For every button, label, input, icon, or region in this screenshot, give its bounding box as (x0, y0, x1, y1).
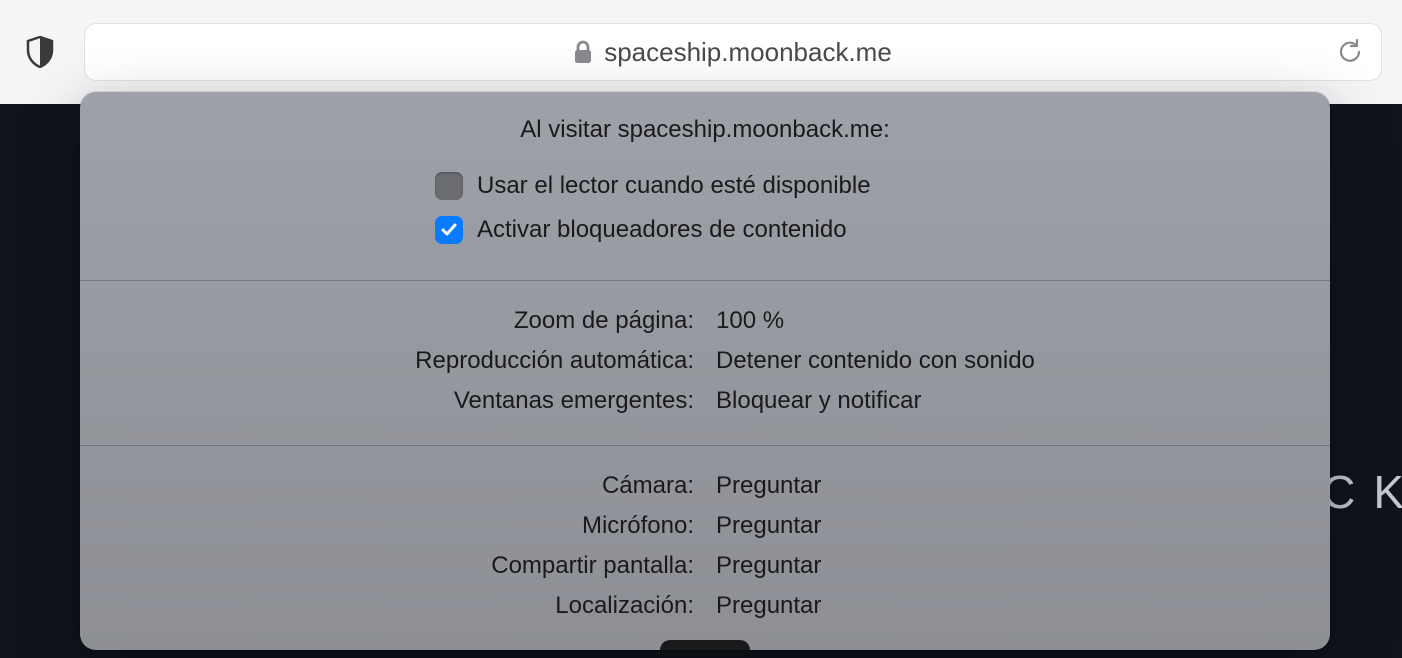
checkbox-unchecked-icon (435, 172, 463, 200)
popover-arrow (683, 92, 727, 93)
microphone-value[interactable]: Preguntar (716, 512, 1330, 540)
popover-bottom-notch (660, 640, 750, 650)
camera-row: Cámara: Preguntar (80, 466, 1330, 506)
url-text: spaceship.moonback.me (604, 37, 892, 68)
site-settings-section-1: Zoom de página: 100 % Reproducción autom… (80, 281, 1330, 445)
privacy-shield-button[interactable] (20, 32, 60, 72)
content-blockers-checkbox-label: Activar bloqueadores de contenido (477, 216, 847, 244)
popups-value[interactable]: Bloquear y notificar (716, 387, 1330, 415)
brand-fragment: CK (1322, 465, 1402, 519)
zoom-label: Zoom de página: (80, 307, 694, 335)
location-value[interactable]: Preguntar (716, 592, 1330, 620)
site-settings-popover: Al visitar spaceship.moonback.me: Usar e… (80, 92, 1330, 650)
microphone-row: Micrófono: Preguntar (80, 506, 1330, 546)
screenshare-label: Compartir pantalla: (80, 552, 694, 580)
checkbox-checked-icon (435, 216, 463, 244)
content-blockers-checkbox-row[interactable]: Activar bloqueadores de contenido (435, 208, 975, 252)
microphone-label: Micrófono: (80, 512, 694, 540)
reader-checkbox-row[interactable]: Usar el lector cuando esté disponible (435, 164, 975, 208)
address-bar[interactable]: spaceship.moonback.me (84, 23, 1382, 81)
camera-label: Cámara: (80, 472, 694, 500)
zoom-value[interactable]: 100 % (716, 307, 1330, 335)
browser-toolbar: spaceship.moonback.me (0, 0, 1402, 104)
reload-icon (1337, 37, 1363, 67)
lock-icon (574, 40, 592, 64)
reload-button[interactable] (1337, 37, 1363, 67)
address-bar-content: spaceship.moonback.me (574, 37, 892, 68)
reader-checkbox-label: Usar el lector cuando esté disponible (477, 172, 871, 200)
popups-row: Ventanas emergentes: Bloquear y notifica… (80, 381, 1330, 421)
popover-header: Al visitar spaceship.moonback.me: (80, 92, 1330, 164)
autoplay-label: Reproducción automática: (80, 347, 694, 375)
camera-value[interactable]: Preguntar (716, 472, 1330, 500)
zoom-row: Zoom de página: 100 % (80, 301, 1330, 341)
popups-label: Ventanas emergentes: (80, 387, 694, 415)
screenshare-value[interactable]: Preguntar (716, 552, 1330, 580)
location-row: Localización: Preguntar (80, 586, 1330, 626)
autoplay-value[interactable]: Detener contenido con sonido (716, 347, 1330, 375)
shield-icon (26, 36, 54, 68)
location-label: Localización: (80, 592, 694, 620)
autoplay-row: Reproducción automática: Detener conteni… (80, 341, 1330, 381)
site-settings-section-2: Cámara: Preguntar Micrófono: Preguntar C… (80, 446, 1330, 650)
screenshare-row: Compartir pantalla: Preguntar (80, 546, 1330, 586)
